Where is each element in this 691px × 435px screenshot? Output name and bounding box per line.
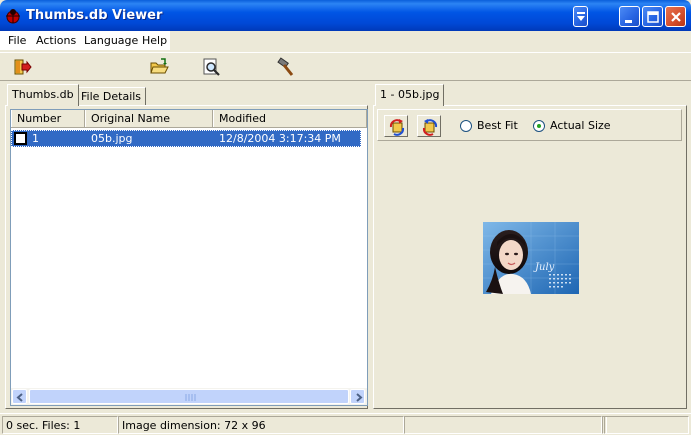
chevron-right-icon (356, 393, 363, 402)
column-original-name[interactable]: Original Name (85, 110, 213, 127)
actual-size-label[interactable]: Actual Size (550, 119, 611, 132)
menu-language[interactable]: Language (84, 33, 138, 48)
window-title: Thumbs.db Viewer (26, 8, 163, 23)
rotate-left-button[interactable] (384, 115, 408, 137)
maximize-button[interactable] (642, 6, 663, 27)
window-menu-button[interactable] (573, 6, 588, 27)
thumbs-list[interactable]: Number Original Name Modified 1 05b.jpg … (10, 109, 368, 406)
menu-file[interactable]: File (8, 33, 26, 48)
close-button[interactable] (665, 6, 686, 27)
chevron-left-icon (16, 393, 23, 402)
image-toolbar: Best Fit Actual Size (377, 109, 682, 141)
exit-button[interactable] (10, 55, 34, 79)
table-row[interactable]: 1 05b.jpg 12/8/2004 3:17:34 PM (11, 130, 361, 147)
best-fit-radio[interactable] (460, 120, 472, 132)
open-button[interactable] (147, 55, 171, 79)
row-original-name: 05b.jpg (91, 132, 133, 145)
column-modified[interactable]: Modified (213, 110, 367, 127)
rotate-right-icon (422, 119, 438, 136)
left-panel: Thumbs.db File Details Number Original N… (5, 84, 368, 409)
horizontal-scrollbar[interactable] (11, 388, 367, 405)
rotate-right-button[interactable] (417, 115, 441, 137)
best-fit-label[interactable]: Best Fit (477, 119, 518, 132)
dropdown-arrow-icon (577, 12, 585, 21)
tab-thumbs-db[interactable]: Thumbs.db (7, 84, 79, 106)
menu-help[interactable]: Help (142, 33, 167, 48)
row-modified: 12/8/2004 3:17:34 PM (219, 132, 341, 145)
menu-strip: File Actions Language Help (0, 31, 170, 50)
status-dimension: Image dimension: 72 x 96 (118, 416, 404, 434)
exit-icon (14, 59, 32, 75)
grip-icon (185, 394, 196, 401)
row-number: 1 (32, 132, 39, 145)
tab-image[interactable]: 1 - 05b.jpg (375, 84, 445, 106)
open-folder-icon (150, 58, 169, 74)
rotate-left-icon (389, 119, 405, 136)
thumbnail-caption: July (533, 262, 555, 273)
right-panel: 1 - 05b.jpg Best Fit Actual Size July (373, 84, 687, 409)
minimize-icon (625, 20, 632, 23)
column-number[interactable]: Number (11, 110, 85, 127)
maximize-icon (647, 11, 659, 23)
main-toolbar (0, 52, 691, 81)
tools-button[interactable] (274, 55, 298, 79)
app-bug-icon[interactable] (5, 8, 21, 24)
status-panel-5 (604, 416, 689, 434)
minimize-button[interactable] (619, 6, 640, 27)
left-tabstrip: Thumbs.db File Details (5, 84, 368, 106)
scroll-right-button[interactable] (350, 389, 365, 404)
menu-actions[interactable]: Actions (36, 33, 76, 48)
scroll-left-button[interactable] (12, 389, 27, 404)
right-tabstrip: 1 - 05b.jpg (373, 84, 687, 106)
app-window: Thumbs.db Viewer File Actions Language H… (0, 0, 691, 435)
thumbnail-image: July (483, 222, 579, 294)
status-panel-3 (404, 416, 602, 434)
title-bar[interactable]: Thumbs.db Viewer (0, 0, 691, 31)
status-bar: 0 sec. Files: 1 Image dimension: 72 x 96 (0, 413, 691, 435)
find-icon (203, 58, 220, 76)
scroll-thumb[interactable] (29, 389, 349, 404)
close-icon (671, 12, 681, 22)
tab-file-details[interactable]: File Details (76, 87, 147, 106)
find-button[interactable] (199, 55, 223, 79)
actual-size-radio[interactable] (533, 120, 545, 132)
hammer-icon (277, 57, 294, 76)
thumbnail-preview: July (483, 222, 579, 294)
row-checkbox[interactable] (14, 132, 27, 145)
status-files: 0 sec. Files: 1 (2, 416, 118, 434)
menu-bar: File Actions Language Help (0, 31, 691, 50)
list-header: Number Original Name Modified (11, 110, 367, 128)
